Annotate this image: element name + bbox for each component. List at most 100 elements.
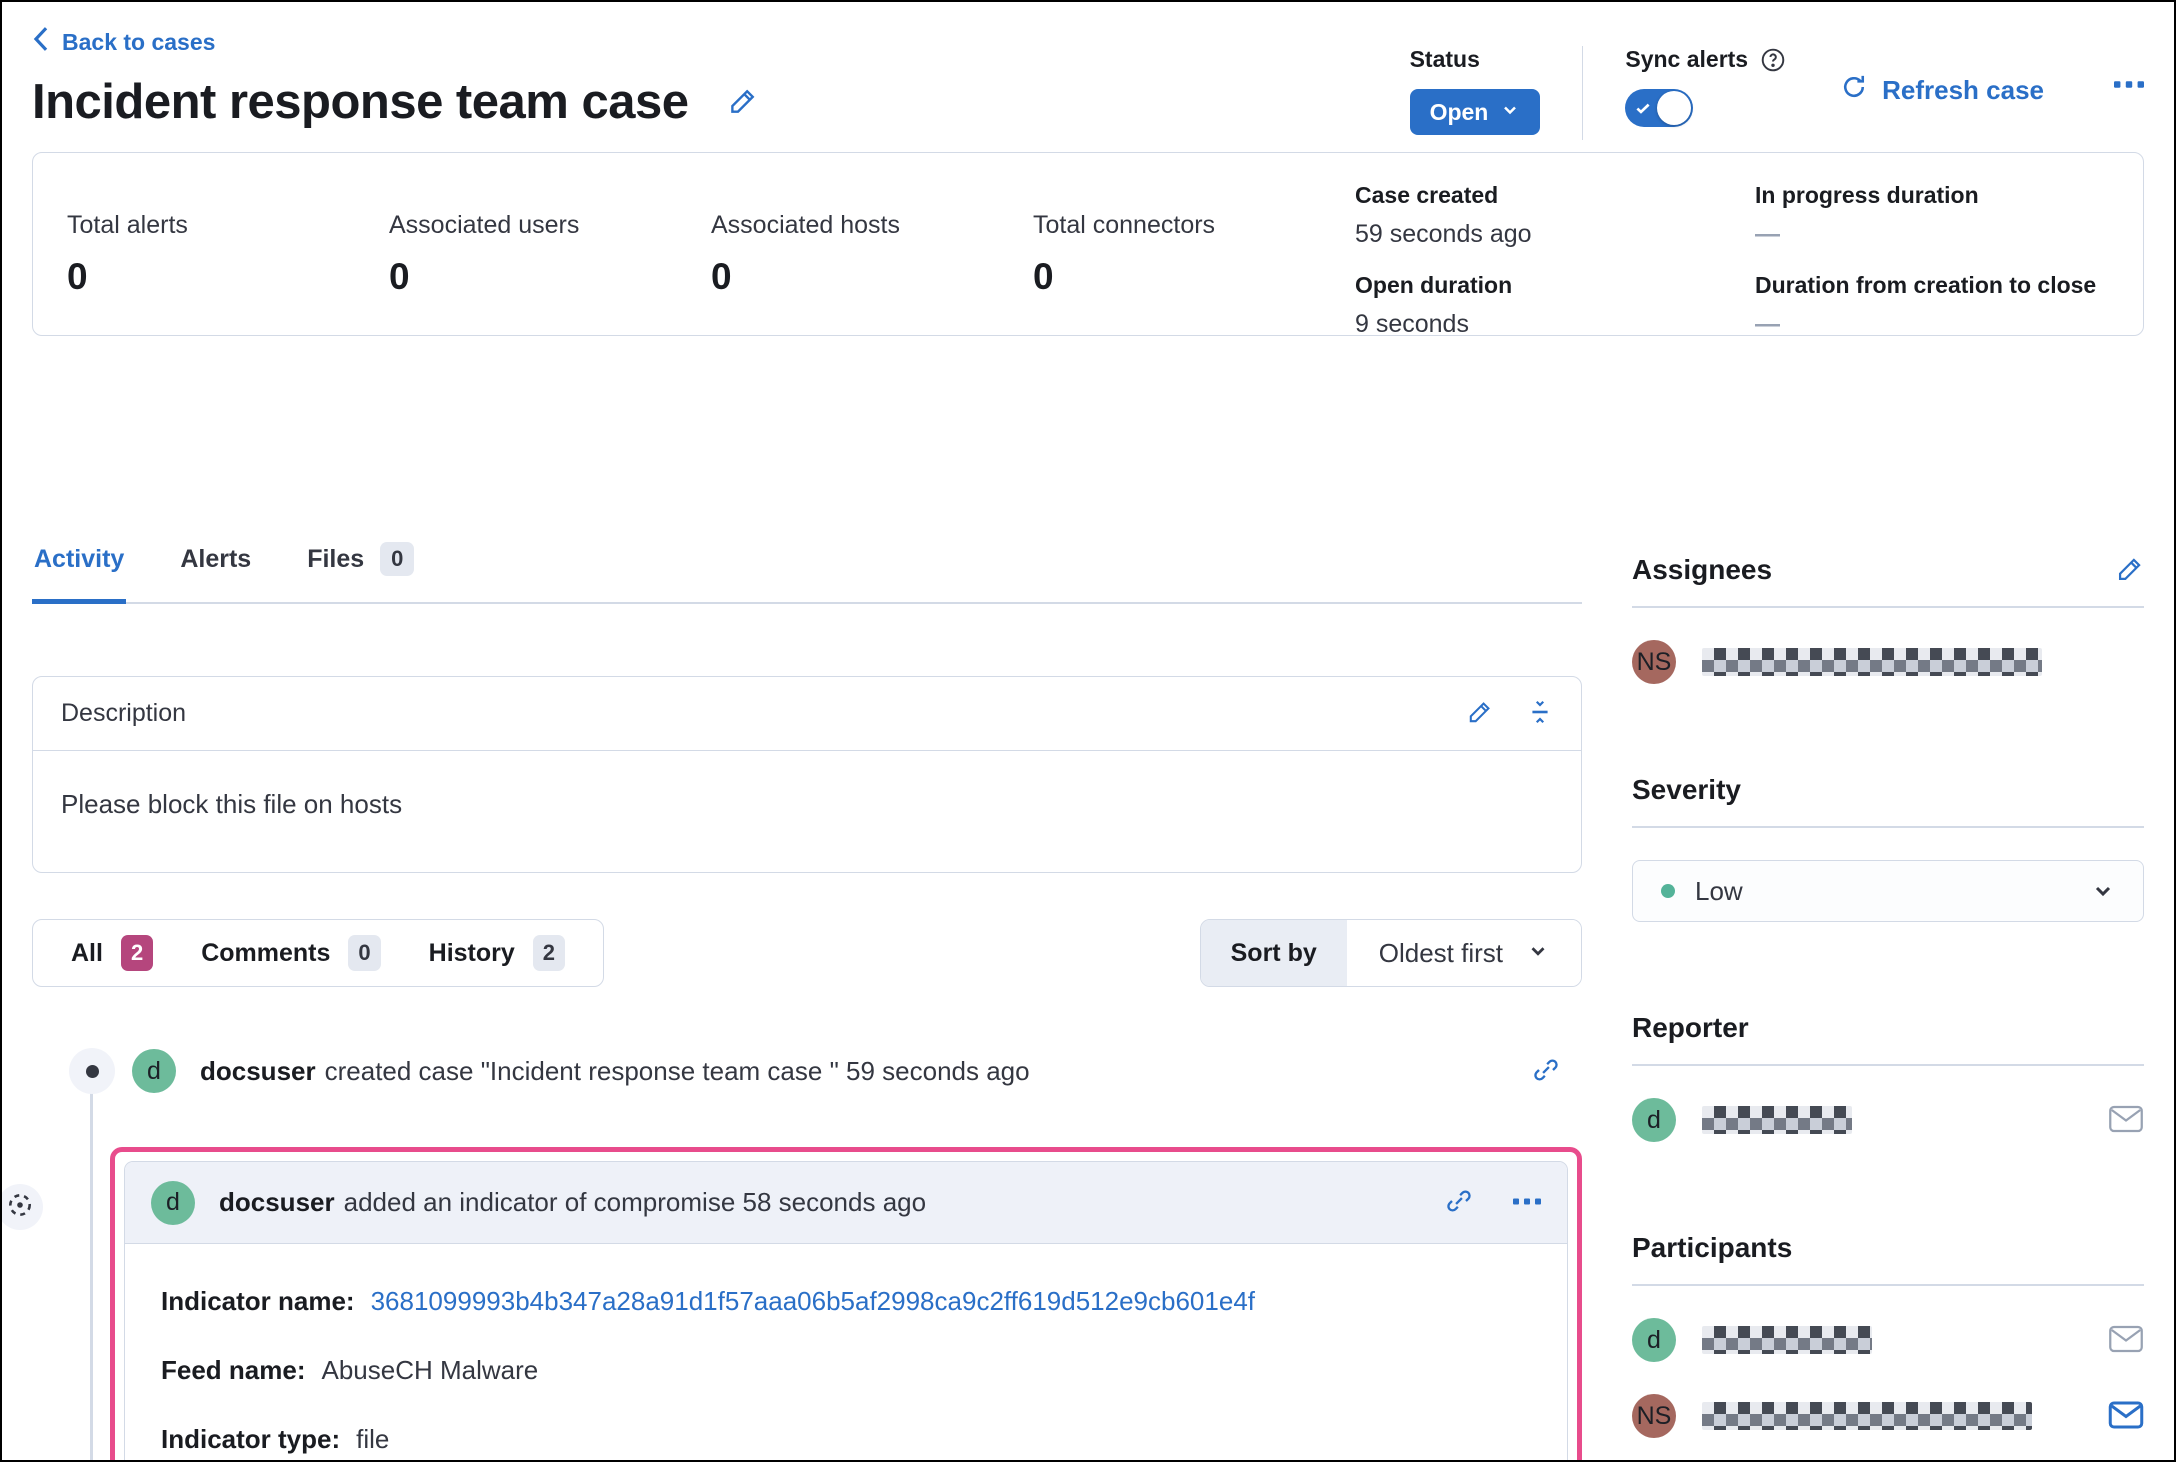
metric-associated-hosts: Associated hosts 0 <box>711 211 900 297</box>
history-count-badge: 2 <box>532 935 566 971</box>
back-link-label: Back to cases <box>62 28 216 55</box>
fold-icon <box>1527 699 1553 728</box>
event-username: docsuser <box>200 1055 316 1086</box>
case-sidebar: Assignees NS Severity Low Reporter d Par… <box>1632 542 2144 1460</box>
chevron-down-icon <box>1500 99 1520 126</box>
event-text: docsuser created case "Incident response … <box>200 1056 1030 1087</box>
sync-alerts-toggle[interactable] <box>1625 89 1694 127</box>
refresh-label: Refresh case <box>1882 75 2044 105</box>
reporter-row: d <box>1632 1098 2144 1142</box>
case-detail-page: Back to cases Incident response team cas… <box>0 0 2176 1462</box>
event-text: docsuser added an indicator of compromise… <box>219 1187 926 1218</box>
description-body: Please block this file on hosts <box>61 789 403 819</box>
edit-description-button[interactable] <box>1467 699 1493 728</box>
status-value: Open <box>1429 98 1489 125</box>
page-title: Incident response team case <box>32 75 689 129</box>
timeline-event-created: d docsuser created case "Incident respons… <box>32 1023 1582 1119</box>
feed-name-row: Feed name: AbuseCH Malware <box>161 1355 539 1385</box>
email-participant-button[interactable] <box>2108 1324 2144 1357</box>
tab-alerts[interactable]: Alerts <box>178 542 253 602</box>
status-dropdown-button[interactable]: Open <box>1409 89 1541 135</box>
envelope-icon <box>2108 1324 2144 1357</box>
divider <box>1632 826 2144 828</box>
participants-section: Participants d NS <box>1632 1232 2144 1438</box>
indicator-name-link[interactable]: 3681099993b4b347a28a91d1f57aaa06b5af2998… <box>371 1286 1255 1317</box>
description-header: Description <box>33 677 1581 751</box>
edit-assignees-button[interactable] <box>2116 555 2144 586</box>
sort-value: Oldest first <box>1378 937 1503 968</box>
case-tabs: Activity Alerts Files 0 <box>32 542 1582 604</box>
activity-column: Activity Alerts Files 0 Description Plea… <box>2 542 1582 1460</box>
copy-comment-link-button[interactable] <box>1445 1187 1473 1218</box>
avatar: NS <box>1632 1394 1676 1438</box>
activity-filter-row: All 2 Comments 0 History 2 Sort by Oldes… <box>32 919 1582 987</box>
pencil-icon <box>1467 699 1493 728</box>
metric-total-alerts: Total alerts 0 <box>67 211 188 297</box>
redacted-username <box>1702 1402 2032 1430</box>
copy-event-link-button[interactable] <box>1532 1056 1560 1087</box>
email-reporter-button[interactable] <box>2108 1104 2144 1137</box>
timeline-node <box>69 1048 115 1094</box>
avatar: d <box>1632 1318 1676 1362</box>
header-divider <box>1582 46 1584 140</box>
pencil-icon <box>2116 555 2144 586</box>
severity-title: Severity <box>1632 774 1741 805</box>
case-actions-menu-button[interactable] <box>2114 78 2144 93</box>
sync-alerts-label: Sync alerts <box>1625 46 1749 72</box>
description-title: Description <box>61 699 187 727</box>
status-label: Status <box>1409 46 1480 72</box>
help-icon[interactable] <box>1760 47 1786 73</box>
toggle-thumb <box>1657 91 1692 125</box>
participant-row: d <box>1632 1318 2144 1362</box>
refresh-case-button[interactable]: Refresh case <box>1834 72 2050 109</box>
case-summary-card: Total alerts 0 Associated users 0 Associ… <box>32 152 2144 338</box>
reporter-section: Reporter d <box>1632 1012 2144 1142</box>
metric-associated-users: Associated users 0 <box>389 211 580 297</box>
redacted-username <box>1702 1106 1852 1134</box>
divider <box>1632 1284 2144 1286</box>
timeline-event-indicator-highlighted: d docsuser added an indicator of compromi… <box>2 1147 1582 1460</box>
collapse-description-button[interactable] <box>1527 699 1553 728</box>
edit-title-button[interactable] <box>728 86 758 119</box>
indicator-details: Indicator name: 3681099993b4b347a28a91d1… <box>125 1244 1567 1460</box>
filter-history[interactable]: History 2 <box>423 934 571 972</box>
summary-durations: Case created 59 seconds ago Open duratio… <box>1355 153 2127 338</box>
comment-header: d docsuser added an indicator of compromi… <box>125 1162 1567 1244</box>
redacted-username <box>1702 648 2042 676</box>
description-card: Description Please block this file on ho… <box>32 676 1582 873</box>
indicator-name-row: Indicator name: 3681099993b4b347a28a91d1… <box>161 1286 1255 1317</box>
avatar: d <box>132 1049 176 1093</box>
chevron-down-icon <box>2091 879 2115 903</box>
sync-alerts-block: Sync alerts <box>1625 46 1786 132</box>
timeline-node <box>2 1184 43 1230</box>
all-count-badge: 2 <box>120 935 154 971</box>
filter-comments[interactable]: Comments 0 <box>195 934 386 972</box>
sort-by-label: Sort by <box>1200 920 1347 986</box>
assignee-row: NS <box>1632 640 2144 684</box>
checkmark-icon <box>1634 99 1652 120</box>
crosshair-icon <box>6 1191 34 1224</box>
redacted-username <box>1702 1326 1872 1354</box>
chevron-left-icon <box>32 26 50 58</box>
comment-actions-menu-button[interactable] <box>1513 1195 1541 1210</box>
filter-all[interactable]: All 2 <box>65 934 159 972</box>
header-controls: Status Open Sync alerts Refresh case <box>1409 46 2144 140</box>
dot-icon <box>85 1064 99 1078</box>
tab-files[interactable]: Files 0 <box>305 542 416 602</box>
email-participant-button[interactable] <box>2108 1400 2144 1433</box>
reporter-title: Reporter <box>1632 1012 1749 1043</box>
comments-count-badge: 0 <box>348 935 381 971</box>
boxes-horizontal-icon <box>2114 78 2144 93</box>
boxes-horizontal-icon <box>1513 1195 1541 1210</box>
metric-total-connectors: Total connectors 0 <box>1033 211 1216 297</box>
chevron-down-icon <box>1527 938 1549 969</box>
severity-dropdown[interactable]: Low <box>1632 860 2144 922</box>
assignees-title: Assignees <box>1632 554 1773 585</box>
indicator-type-row: Indicator type: file <box>161 1424 390 1454</box>
tab-activity[interactable]: Activity <box>32 542 127 604</box>
sort-dropdown[interactable]: Sort by Oldest first <box>1199 919 1582 987</box>
back-to-cases-link[interactable]: Back to cases <box>32 26 215 58</box>
link-icon <box>1532 1056 1560 1087</box>
divider <box>1632 606 2144 608</box>
main-content: Activity Alerts Files 0 Description Plea… <box>2 542 2144 1460</box>
